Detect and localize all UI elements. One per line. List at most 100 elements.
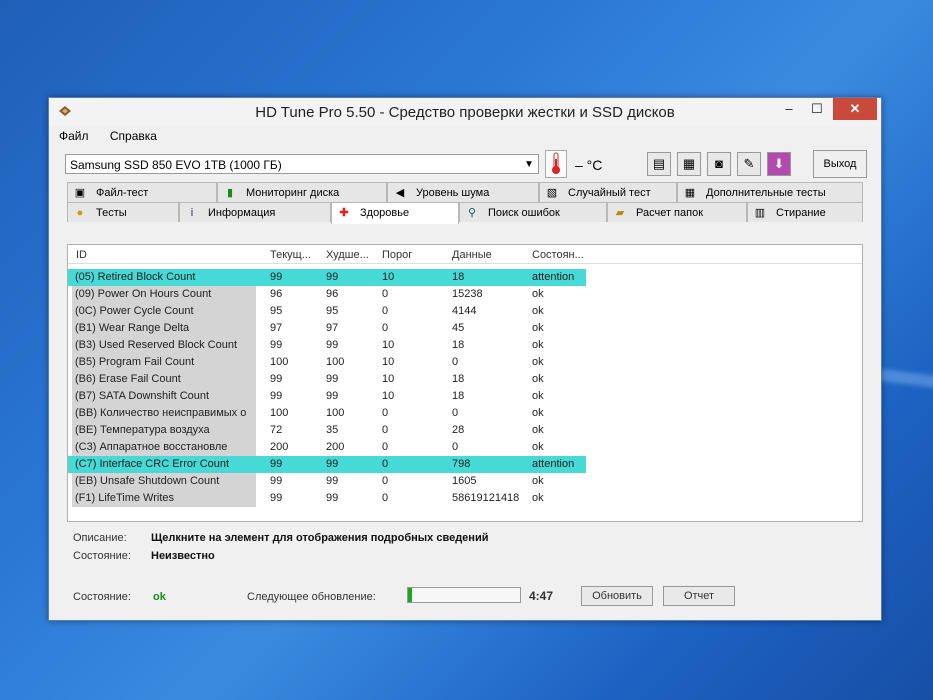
table-row[interactable]: (F1) LifeTime Writes 99 99 0 58619121418 ok (68, 490, 862, 507)
cell-worst: 99 (326, 271, 339, 283)
copy-all-icon[interactable]: ▦ (677, 152, 701, 176)
column-header-data[interactable]: Данные (452, 249, 492, 261)
tab-erase[interactable]: ▥ Стирание (747, 202, 863, 222)
cell-id: (B6) Erase Fail Count (72, 371, 256, 388)
table-row[interactable]: (EB) Unsafe Shutdown Count 99 99 0 1605 ok (68, 473, 862, 490)
tab-health[interactable]: ✚ Здоровье (331, 202, 459, 224)
report-button[interactable]: Отчет (663, 586, 735, 606)
extra-tests-icon: ▦ (684, 187, 696, 199)
cell-id: (BB) Количество неисправимых о (72, 405, 256, 422)
cell-data: 18 (452, 271, 465, 283)
lightbulb-icon: ● (76, 207, 84, 219)
title-bar[interactable]: HD Tune Pro 5.50 - Средство проверки жес… (49, 98, 881, 126)
tab-info[interactable]: i Информация (179, 202, 331, 222)
cell-threshold: 0 (382, 492, 389, 504)
cell-worst: 96 (326, 288, 339, 300)
menu-help[interactable]: Справка (110, 129, 157, 143)
cell-data: 18 (452, 390, 465, 402)
cell-data: 18 (452, 339, 465, 351)
table-row[interactable]: (09) Power On Hours Count 96 96 0 15238 ok (68, 286, 862, 303)
status-bar: Состояние: ok Следующее обновление: 4:47… (73, 584, 873, 612)
cell-status: ok (532, 390, 544, 402)
cell-id: (B5) Program Fail Count (72, 354, 256, 371)
tab-file-test[interactable]: ▣ Файл-тест (67, 182, 217, 202)
minimize-button[interactable]: – (775, 98, 803, 120)
next-update-time: 4:47 (529, 589, 554, 603)
table-row[interactable]: (C7) Interface CRC Error Count 99 99 0 798 at… (68, 456, 586, 473)
tabs-row-top: ▣ Файл-тест ▮ Мониторинг диска ◀ Уровень шу… (67, 182, 881, 202)
health-panel: ID Текущ... Худше... Порог Данные Состоя… (67, 244, 863, 522)
cell-current: 99 (270, 339, 283, 351)
tab-label: Тесты (96, 207, 127, 219)
table-row[interactable]: (0C) Power Cycle Count 95 95 0 4144 ok (68, 303, 862, 320)
cell-data: 28 (452, 424, 465, 436)
cell-current: 99 (270, 492, 283, 504)
menu-file[interactable]: Файл (59, 129, 89, 143)
tab-disk-monitor[interactable]: ▮ Мониторинг диска (217, 182, 387, 202)
exit-button[interactable]: Выход (813, 150, 867, 178)
cell-current: 99 (270, 475, 283, 487)
state-value: Неизвестно (151, 550, 215, 562)
cell-data: 45 (452, 322, 465, 334)
cell-current: 95 (270, 305, 283, 317)
cell-current: 72 (270, 424, 283, 436)
cell-status: attention (532, 458, 575, 470)
cell-worst: 35 (326, 424, 339, 436)
cell-threshold: 0 (382, 424, 389, 436)
tab-noise-level[interactable]: ◀ Уровень шума (387, 182, 539, 202)
table-row[interactable]: (BB) Количество неисправимых о 100 100 0 0 ok (68, 405, 862, 422)
camera-icon[interactable]: ◙ (707, 152, 731, 176)
thermometer-icon[interactable] (545, 150, 567, 178)
cell-id: (B3) Used Reserved Block Count (72, 337, 256, 354)
close-button[interactable]: ✕ (833, 98, 877, 120)
chevron-down-icon: ▼ (524, 159, 534, 170)
table-row[interactable]: (B6) Erase Fail Count 99 99 10 18 ok (68, 371, 862, 388)
options-icon[interactable]: ✎ (737, 152, 761, 176)
column-header-threshold[interactable]: Порог (382, 249, 412, 261)
cell-status: ok (532, 305, 544, 317)
tab-folder-usage[interactable]: ▰ Расчет папок (607, 202, 747, 222)
file-test-icon: ▣ (74, 187, 86, 199)
cell-current: 99 (270, 271, 283, 283)
column-header-worst[interactable]: Худше... (326, 249, 369, 261)
tab-label: Случайный тест (568, 187, 651, 199)
cell-current: 99 (270, 458, 283, 470)
column-header-id[interactable]: ID (76, 249, 87, 261)
tab-label: Стирание (776, 207, 826, 219)
cell-current: 200 (270, 441, 289, 453)
cell-data: 1605 (452, 475, 477, 487)
cell-status: ok (532, 424, 544, 436)
next-update-progress (407, 587, 521, 603)
copy-info-icon[interactable]: ▤ (647, 152, 671, 176)
table-row[interactable]: (BE) Температура воздуха 72 35 0 28 ok (68, 422, 862, 439)
tab-extra-tests[interactable]: ▦ Дополнительные тесты (677, 182, 863, 202)
table-row[interactable]: (B7) SATA Downshift Count 99 99 10 18 ok (68, 388, 862, 405)
cell-threshold: 0 (382, 288, 389, 300)
table-row[interactable]: (C3) Аппаратное восстановле 200 200 0 0 ok (68, 439, 862, 456)
folder-icon: ▰ (615, 207, 625, 219)
cell-data: 0 (452, 407, 459, 419)
table-row[interactable]: (B1) Wear Range Delta 97 97 0 45 ok (68, 320, 862, 337)
cell-data: 798 (452, 458, 471, 470)
progress-fill (408, 588, 413, 602)
cell-worst: 99 (326, 458, 339, 470)
cell-worst: 95 (326, 305, 339, 317)
tab-tests[interactable]: ● Тесты (67, 202, 179, 222)
table-row[interactable]: (B3) Used Reserved Block Count 99 99 10 18 ok (68, 337, 862, 354)
tab-label: Уровень шума (416, 187, 490, 199)
table-row[interactable]: (B5) Program Fail Count 100 100 10 0 ok (68, 354, 862, 371)
save-down-icon[interactable]: ⬇ (767, 152, 791, 176)
cell-threshold: 10 (382, 339, 395, 351)
column-header-current[interactable]: Текущ... (270, 249, 311, 261)
tab-random-test[interactable]: ▧ Случайный тест (539, 182, 677, 202)
table-row[interactable]: (05) Retired Block Count 99 99 10 18 attentio… (68, 269, 586, 286)
refresh-button[interactable]: Обновить (581, 586, 653, 606)
health-cross-icon: ✚ (339, 207, 349, 219)
tab-label: Файл-тест (96, 187, 149, 199)
drive-select[interactable]: Samsung SSD 850 EVO 1TB (1000 ГБ) ▼ (65, 154, 539, 174)
column-header-status[interactable]: Состоян... (532, 249, 584, 261)
maximize-button[interactable]: ☐ (803, 98, 831, 120)
tab-error-scan[interactable]: ⚲ Поиск ошибок (459, 202, 607, 222)
description-value: Щелкните на элемент для отображения подр… (151, 532, 489, 544)
cell-status: ok (532, 339, 544, 351)
